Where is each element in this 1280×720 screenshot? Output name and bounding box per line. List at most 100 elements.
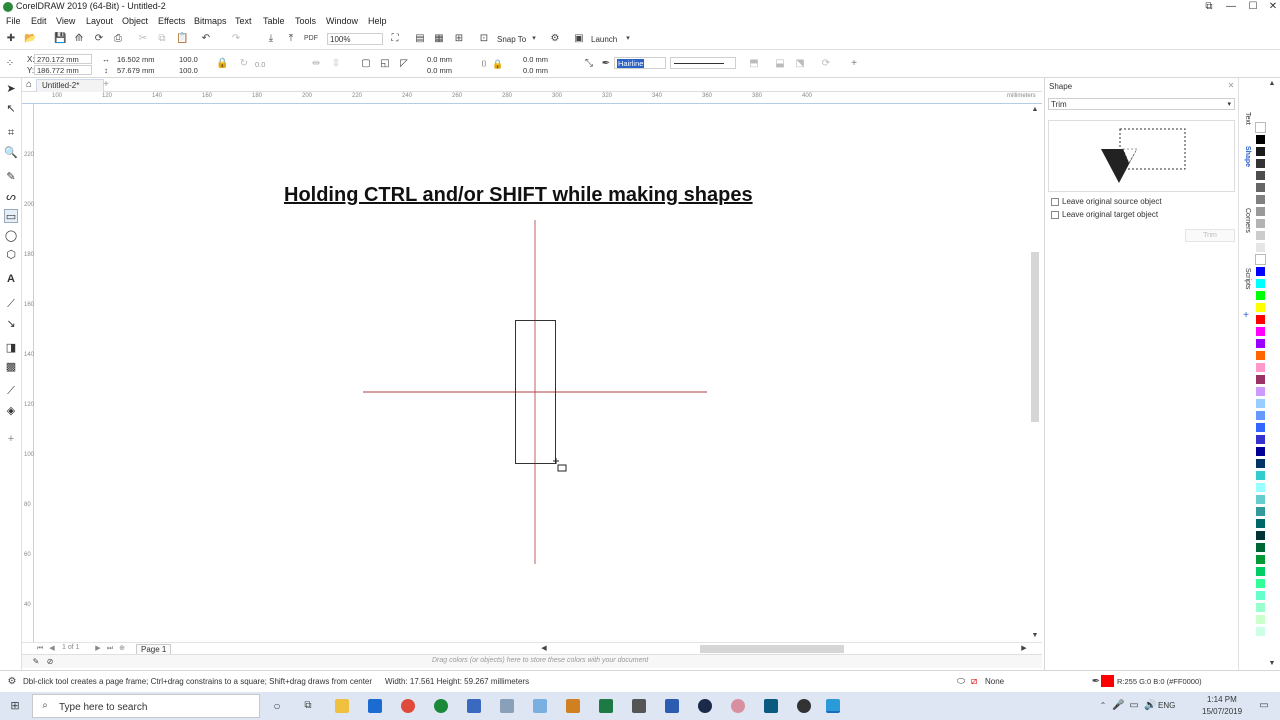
palette-swatch[interactable] xyxy=(1255,590,1266,601)
corel-photo-icon[interactable] xyxy=(467,699,481,713)
paste-icon[interactable]: 📋 xyxy=(176,33,188,45)
menu-view[interactable]: View xyxy=(56,16,75,26)
leave-source-checkbox[interactable] xyxy=(1051,198,1059,206)
trim-button[interactable]: Trim xyxy=(1185,229,1235,242)
to-back-icon[interactable]: ⬓ xyxy=(774,58,786,70)
palette-swatch[interactable] xyxy=(1255,206,1266,217)
palette-swatch[interactable] xyxy=(1255,374,1266,385)
corner-radius-3-field[interactable]: 0.0 mm xyxy=(520,54,558,64)
chevron-up-icon[interactable]: ⌃ xyxy=(1097,700,1109,712)
cut-icon[interactable]: ✂ xyxy=(137,33,149,45)
launch-label[interactable]: Launch xyxy=(591,35,617,44)
palette-swatch[interactable] xyxy=(1255,266,1266,277)
scale-height-field[interactable]: 100.0 xyxy=(176,65,202,75)
palette-swatch[interactable] xyxy=(1255,446,1266,457)
excel-icon[interactable] xyxy=(599,699,613,713)
mirror-vertical-icon[interactable]: ⇳ xyxy=(330,58,342,70)
corner-radius-4-field[interactable]: 0.0 mm xyxy=(520,65,558,75)
height-field[interactable]: 57.679 mm xyxy=(114,65,170,75)
task-view-icon[interactable]: ⧉ xyxy=(302,700,314,712)
outline-pen-icon[interactable]: ✒ xyxy=(600,58,612,70)
palette-swatch[interactable] xyxy=(1255,602,1266,613)
chevron-down-icon[interactable]: ▾ xyxy=(622,33,634,45)
palette-eyedropper-icon[interactable]: ✎ xyxy=(30,656,42,668)
palette-swatch[interactable] xyxy=(1255,302,1266,313)
zoom-level-field[interactable]: 100% xyxy=(327,33,383,45)
snipping-tool-icon[interactable] xyxy=(500,699,514,713)
notifications-icon[interactable]: ▭ xyxy=(1258,700,1270,712)
palette-swatch[interactable] xyxy=(1255,518,1266,529)
active-app-icon[interactable] xyxy=(826,699,840,713)
mirror-horizontal-icon[interactable]: ⇹ xyxy=(310,58,322,70)
snap-to-icon[interactable]: ⊡ xyxy=(478,33,490,45)
rectangle-tool-icon[interactable]: ▭ xyxy=(4,209,18,223)
file-explorer-icon[interactable] xyxy=(335,699,349,713)
relative-corner-scale-icon[interactable]: ⤡ xyxy=(583,58,595,70)
chamfered-corner-icon[interactable]: ◸ xyxy=(398,58,410,70)
connector-tool-icon[interactable]: ↘ xyxy=(4,317,18,331)
freehand-tool-icon[interactable]: ✎ xyxy=(4,170,18,184)
palette-swatch[interactable] xyxy=(1255,494,1266,505)
maximize-button[interactable]: ☐ xyxy=(1242,0,1264,14)
palette-swatch[interactable] xyxy=(1255,422,1266,433)
tab-corners[interactable]: Corners xyxy=(1241,208,1251,233)
menu-bitmaps[interactable]: Bitmaps xyxy=(194,16,227,26)
text-tool-icon[interactable]: A xyxy=(4,272,18,286)
illustrator-icon[interactable] xyxy=(566,699,580,713)
palette-swatch[interactable] xyxy=(1255,122,1266,133)
tab-text[interactable]: Text xyxy=(1241,112,1251,125)
interactive-fill-tool-icon[interactable]: ◈ xyxy=(4,404,18,418)
new-document-icon[interactable]: ✚ xyxy=(5,33,17,45)
outlook-icon[interactable] xyxy=(368,699,382,713)
palette-swatch[interactable] xyxy=(1255,410,1266,421)
pick-tool-icon[interactable]: ➤ xyxy=(4,82,18,96)
chevron-down-icon[interactable]: ▾ xyxy=(528,33,540,45)
rulers-icon[interactable]: ▤ xyxy=(414,33,426,45)
palette-swatch[interactable] xyxy=(1255,230,1266,241)
palette-swatch[interactable] xyxy=(1255,242,1266,253)
palette-swatch[interactable] xyxy=(1255,362,1266,373)
menu-help[interactable]: Help xyxy=(368,16,387,26)
paint-icon[interactable] xyxy=(533,699,547,713)
scalloped-corner-icon[interactable]: ◱ xyxy=(379,58,391,70)
upload-icon[interactable]: ⟰ xyxy=(73,33,85,45)
menu-window[interactable]: Window xyxy=(326,16,358,26)
palette-swatch[interactable] xyxy=(1255,506,1266,517)
menu-table[interactable]: Table xyxy=(263,16,285,26)
palette-scroll-up-icon[interactable]: ▲ xyxy=(1266,78,1278,90)
scroll-down-icon[interactable]: ▼ xyxy=(1029,630,1041,642)
horizontal-ruler[interactable]: 100 120 140 160 180 200 220 240 260 280 … xyxy=(22,92,1042,104)
menu-effects[interactable]: Effects xyxy=(158,16,185,26)
add-docker-icon[interactable]: + xyxy=(1240,310,1252,322)
restore-icon[interactable]: ⧉ xyxy=(1198,0,1220,14)
windows-start-icon[interactable]: ⊞ xyxy=(9,700,21,712)
document-palette[interactable]: ✎ ⊘ Drag colors (or objects) here to sto… xyxy=(22,654,1042,668)
quick-customize-icon[interactable]: + xyxy=(4,432,18,446)
zoom-tool-icon[interactable]: 🔍 xyxy=(4,146,18,160)
save-icon[interactable]: 💾 xyxy=(54,33,66,45)
steam-icon[interactable] xyxy=(698,699,712,713)
snap-to-label[interactable]: Snap To xyxy=(497,35,526,44)
chrome-icon[interactable] xyxy=(401,699,415,713)
menu-object[interactable]: Object xyxy=(122,16,148,26)
palette-swatch[interactable] xyxy=(1255,542,1266,553)
polygon-tool-icon[interactable]: ⬡ xyxy=(4,248,18,262)
calculator-icon[interactable] xyxy=(632,699,646,713)
volume-icon[interactable]: 🔊 xyxy=(1144,700,1156,712)
undo-icon[interactable]: ↶ xyxy=(200,33,212,45)
taskbar-search-box[interactable]: ⌕ Type here to search xyxy=(32,694,260,718)
lock-ratio-icon[interactable]: 🔒 xyxy=(216,58,228,70)
eyedropper-tool-icon[interactable]: ⟋ xyxy=(4,384,18,398)
palette-swatch[interactable] xyxy=(1255,554,1266,565)
palette-swatch[interactable] xyxy=(1255,290,1266,301)
palette-swatch[interactable] xyxy=(1255,194,1266,205)
scroll-up-icon[interactable]: ▲ xyxy=(1029,104,1041,116)
lock-corners-icon[interactable]: 🔒 xyxy=(492,58,504,70)
import-icon[interactable]: ⤓ xyxy=(265,33,277,45)
outline-color-swatch[interactable] xyxy=(1101,675,1114,687)
vertical-scrollbar[interactable]: ▲ ▼ xyxy=(1028,104,1042,642)
language-indicator[interactable]: ENG xyxy=(1158,701,1175,710)
leave-target-checkbox[interactable] xyxy=(1051,211,1059,219)
publish-pdf-icon[interactable]: PDF xyxy=(304,33,318,45)
menu-text[interactable]: Text xyxy=(235,16,252,26)
